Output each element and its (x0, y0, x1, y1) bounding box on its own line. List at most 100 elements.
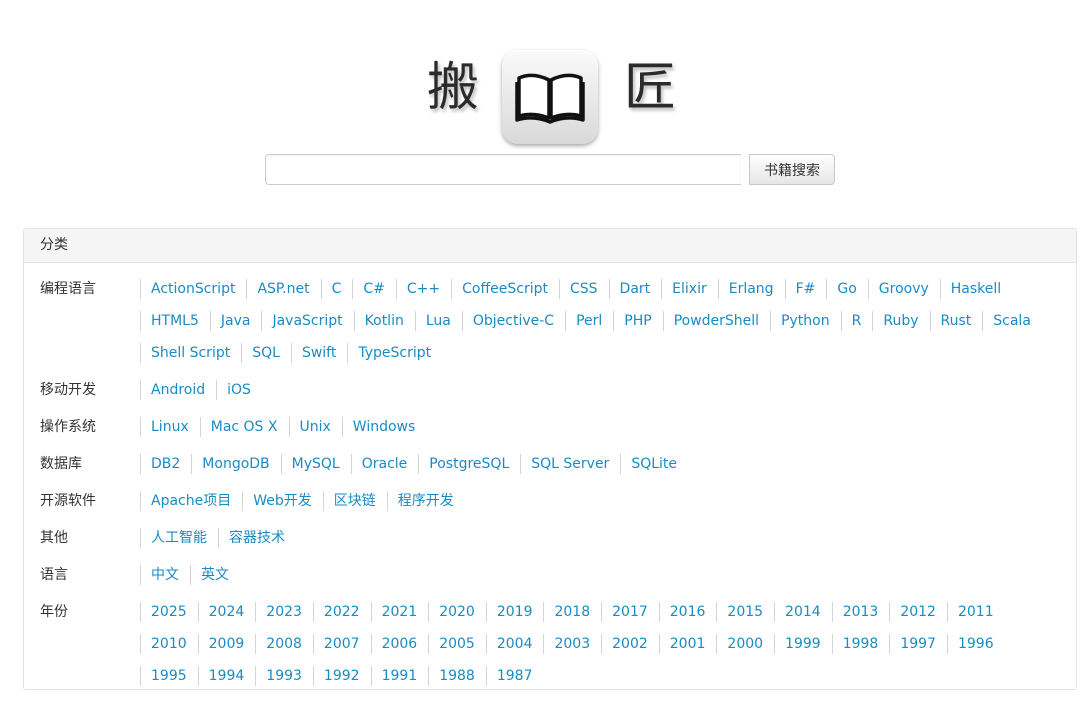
category-link[interactable]: MySQL (280, 448, 351, 480)
category-link[interactable]: Perl (565, 305, 613, 337)
category-link[interactable]: 2009 (197, 628, 256, 660)
category-link[interactable]: C++ (395, 273, 451, 305)
category-link[interactable]: 2021 (370, 596, 429, 628)
category-link[interactable]: 2024 (197, 596, 256, 628)
category-link[interactable]: 2016 (658, 596, 717, 628)
category-link[interactable]: ActionScript (140, 273, 246, 305)
category-link[interactable]: 2003 (543, 628, 601, 660)
category-link[interactable]: 2013 (831, 596, 890, 628)
category-link[interactable]: Go (826, 273, 867, 305)
category-link[interactable]: SQLite (620, 448, 688, 480)
category-link[interactable]: 1988 (428, 660, 486, 692)
category-link[interactable]: Objective-C (461, 305, 565, 337)
category-link[interactable]: 1996 (946, 628, 1005, 660)
category-link[interactable]: 2004 (485, 628, 544, 660)
category-link[interactable]: TypeScript (347, 337, 442, 369)
search-input[interactable] (265, 154, 741, 185)
category-link[interactable]: Haskell (939, 273, 1012, 305)
category-links: 中文 英文 (124, 559, 1044, 591)
category-link[interactable]: 1991 (370, 660, 429, 692)
category-link[interactable]: HTML5 (140, 305, 210, 337)
category-link[interactable]: Scala (982, 305, 1042, 337)
category-link[interactable]: JavaScript (261, 305, 353, 337)
category-link[interactable]: Oracle (350, 448, 419, 480)
category-link[interactable]: Swift (290, 337, 347, 369)
category-label: 年份 (40, 604, 68, 620)
category-link[interactable]: Android (140, 374, 216, 406)
category-label: 其他 (40, 530, 68, 546)
category-link[interactable]: 2022 (312, 596, 371, 628)
category-link[interactable]: Groovy (867, 273, 940, 305)
site-logo[interactable]: 搬 匠 (0, 24, 1080, 144)
logo-right-char: 匠 (624, 58, 677, 118)
category-link[interactable]: Java (209, 305, 262, 337)
category-link[interactable]: 区块链 (322, 485, 387, 517)
category-link[interactable]: 2007 (312, 628, 371, 660)
category-link[interactable]: SQL (241, 337, 291, 369)
category-link[interactable]: MongoDB (191, 448, 280, 480)
category-link[interactable]: 2019 (485, 596, 544, 628)
category-link[interactable]: 2015 (716, 596, 774, 628)
category-link[interactable]: 2005 (428, 628, 486, 660)
category-link[interactable]: 1987 (485, 660, 544, 692)
category-link[interactable]: C# (352, 273, 396, 305)
category-link[interactable]: Linux (140, 411, 200, 443)
category-link[interactable]: 1992 (312, 660, 371, 692)
category-link[interactable]: Ruby (872, 305, 929, 337)
category-link[interactable]: Unix (288, 411, 342, 443)
category-link[interactable]: 1997 (889, 628, 947, 660)
category-link[interactable]: 2012 (889, 596, 947, 628)
category-link[interactable]: 容器技术 (218, 522, 296, 554)
category-link[interactable]: iOS (216, 374, 262, 406)
category-link[interactable]: 1994 (197, 660, 256, 692)
category-link[interactable]: Windows (341, 411, 427, 443)
category-link[interactable]: 2011 (946, 596, 1005, 628)
category-link[interactable]: 1999 (774, 628, 832, 660)
category-link[interactable]: 2001 (658, 628, 717, 660)
category-link[interactable]: Python (770, 305, 841, 337)
category-link[interactable]: Web开发 (242, 485, 323, 517)
category-link[interactable]: 程序开发 (386, 485, 465, 517)
category-link[interactable]: C (320, 273, 353, 305)
category-link[interactable]: 2006 (370, 628, 429, 660)
book-search-button[interactable]: 书籍搜索 (749, 154, 835, 185)
category-link[interactable]: PHP (613, 305, 662, 337)
category-link[interactable]: 2000 (716, 628, 774, 660)
category-link[interactable]: 2018 (543, 596, 601, 628)
category-link[interactable]: 1993 (255, 660, 313, 692)
category-link[interactable]: 1998 (831, 628, 890, 660)
category-link[interactable]: Lua (414, 305, 462, 337)
category-link[interactable]: 2010 (140, 628, 198, 660)
category-link[interactable]: CSS (558, 273, 609, 305)
category-link[interactable]: 中文 (140, 559, 190, 591)
category-link[interactable]: Apache项目 (140, 485, 242, 517)
category-link[interactable]: R (840, 305, 873, 337)
category-link[interactable]: Mac OS X (199, 411, 289, 443)
category-link[interactable]: 2014 (774, 596, 832, 628)
category-link[interactable]: PowderShell (662, 305, 770, 337)
category-link[interactable]: SQL Server (520, 448, 620, 480)
category-link[interactable]: CoffeeScript (451, 273, 559, 305)
category-link[interactable]: 人工智能 (140, 522, 218, 554)
category-panel: 分类 编程语言 ActionScript ASP.net C C# C++ CoffeeSc… (23, 228, 1077, 690)
category-link[interactable]: Dart (608, 273, 662, 305)
category-link[interactable]: Elixir (661, 273, 718, 305)
category-link[interactable]: F# (784, 273, 827, 305)
category-link[interactable]: Rust (929, 305, 983, 337)
category-label: 移动开发 (40, 382, 96, 398)
category-link[interactable]: Erlang (717, 273, 785, 305)
category-link[interactable]: 2023 (255, 596, 313, 628)
category-link[interactable]: 2002 (601, 628, 659, 660)
category-link[interactable]: 2020 (428, 596, 486, 628)
category-row: 编程语言 ActionScript ASP.net C C# C++ CoffeeScrip… (24, 273, 1076, 369)
category-link[interactable]: 2017 (601, 596, 659, 628)
category-link[interactable]: 2008 (255, 628, 313, 660)
category-link[interactable]: 1995 (140, 660, 198, 692)
category-link[interactable]: 英文 (190, 559, 240, 591)
category-link[interactable]: Shell Script (140, 337, 241, 369)
category-link[interactable]: ASP.net (246, 273, 320, 305)
category-link[interactable]: PostgreSQL (418, 448, 520, 480)
category-link[interactable]: DB2 (140, 448, 191, 480)
category-link[interactable]: Kotlin (353, 305, 415, 337)
category-link[interactable]: 2025 (140, 596, 198, 628)
